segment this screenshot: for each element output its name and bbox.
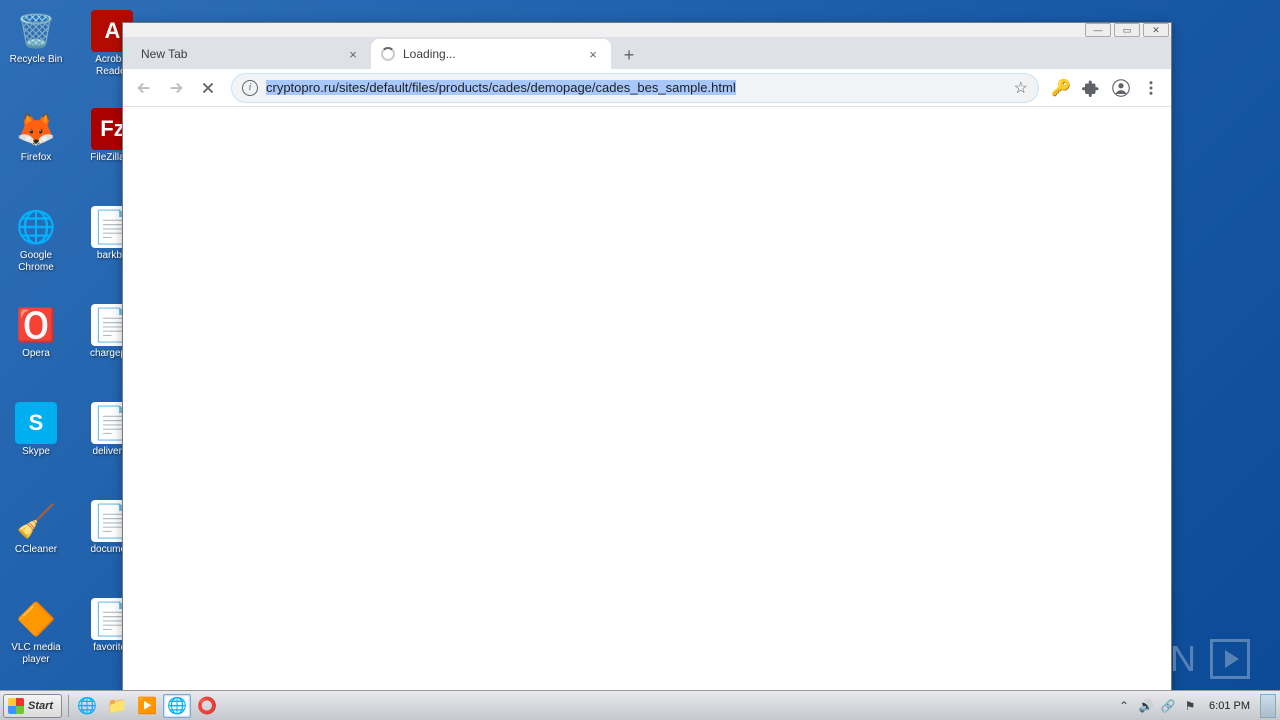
desktop-icon-opera[interactable]: 🅾️ Opera bbox=[0, 298, 72, 396]
new-tab-button[interactable]: + bbox=[615, 41, 643, 69]
desktop-icon-vlc[interactable]: 🔶VLC media player bbox=[0, 592, 72, 690]
extension-cryptopro-icon[interactable]: 🔑 bbox=[1047, 74, 1075, 102]
profile-button[interactable] bbox=[1107, 74, 1135, 102]
tab-strip: New Tab × Loading... × + bbox=[123, 37, 1171, 69]
taskbar-ie-icon[interactable]: 🌐 bbox=[73, 694, 101, 718]
window-close-button[interactable]: ✕ bbox=[1143, 23, 1169, 37]
close-icon[interactable]: × bbox=[345, 46, 361, 62]
recycle-bin-icon: 🗑️ bbox=[15, 10, 57, 52]
clock[interactable]: 6:01 PM bbox=[1203, 700, 1256, 712]
system-tray: ⌃ 🔊 🔗 ⚑ 6:01 PM bbox=[1115, 694, 1280, 718]
extensions-button[interactable] bbox=[1077, 74, 1105, 102]
desktop-icon-label: Recycle Bin bbox=[0, 54, 72, 66]
url-input[interactable] bbox=[266, 80, 1006, 95]
start-label: Start bbox=[28, 700, 53, 712]
close-icon[interactable]: × bbox=[585, 46, 601, 62]
window-minimize-button[interactable]: — bbox=[1085, 23, 1111, 37]
tray-expand-icon[interactable]: ⌃ bbox=[1115, 697, 1133, 715]
address-bar[interactable]: i ☆ bbox=[231, 73, 1039, 103]
arrow-right-icon bbox=[167, 79, 185, 97]
arrow-left-icon bbox=[135, 79, 153, 97]
dots-vertical-icon bbox=[1142, 79, 1160, 97]
desktop-icon-chrome[interactable]: 🌐Google Chrome bbox=[0, 200, 72, 298]
skype-icon: S bbox=[15, 402, 57, 444]
vlc-icon: 🔶 bbox=[15, 598, 57, 640]
desktop-icon-label: Opera bbox=[0, 348, 72, 360]
taskbar-chrome-icon[interactable]: 🌐 bbox=[163, 694, 191, 718]
desktop-icon-ccleaner[interactable]: 🧹 CCleaner bbox=[0, 494, 72, 592]
tab-title: New Tab bbox=[141, 47, 345, 61]
show-desktop-button[interactable] bbox=[1260, 694, 1276, 718]
desktop-icon-label: Skype bbox=[0, 446, 72, 458]
stop-reload-button[interactable] bbox=[193, 73, 223, 103]
tab-title: Loading... bbox=[403, 47, 585, 61]
forward-button[interactable] bbox=[161, 73, 191, 103]
loading-spinner-icon bbox=[381, 47, 395, 61]
taskbar-explorer-icon[interactable]: 📁 bbox=[103, 694, 131, 718]
tab-new-tab[interactable]: New Tab × bbox=[131, 39, 371, 69]
site-info-icon[interactable]: i bbox=[242, 80, 258, 96]
taskbar: Start 🌐 📁 ▶️ 🌐 ⭕ ⌃ 🔊 🔗 ⚑ 6:01 PM bbox=[0, 690, 1280, 720]
chrome-icon: 🌐 bbox=[15, 206, 57, 248]
back-button[interactable] bbox=[129, 73, 159, 103]
desktop-icon-label: Firefox bbox=[0, 152, 72, 164]
desktop-icon-label: VLC media player bbox=[0, 642, 72, 666]
page-content bbox=[123, 107, 1171, 691]
desktop-icon-firefox[interactable]: 🦊 Firefox bbox=[0, 102, 72, 200]
windows-logo-icon bbox=[8, 698, 24, 714]
desktop-icon-label: CCleaner bbox=[0, 544, 72, 556]
chrome-browser-window: — ▭ ✕ New Tab × Loading... × + i ☆ bbox=[122, 22, 1172, 692]
opera-icon: 🅾️ bbox=[15, 304, 57, 346]
firefox-icon: 🦊 bbox=[15, 108, 57, 150]
play-icon bbox=[1210, 639, 1250, 679]
bookmark-star-icon[interactable]: ☆ bbox=[1014, 78, 1028, 98]
tray-flag-icon[interactable]: ⚑ bbox=[1181, 697, 1199, 715]
titlebar[interactable]: — ▭ ✕ bbox=[123, 23, 1171, 37]
separator bbox=[68, 695, 69, 717]
close-icon bbox=[199, 79, 217, 97]
tray-volume-icon[interactable]: 🔊 bbox=[1137, 697, 1155, 715]
taskbar-opera-icon[interactable]: ⭕ bbox=[193, 694, 221, 718]
puzzle-icon bbox=[1082, 79, 1100, 97]
toolbar: i ☆ 🔑 bbox=[123, 69, 1171, 107]
window-maximize-button[interactable]: ▭ bbox=[1114, 23, 1140, 37]
desktop-icon-recycle-bin[interactable]: 🗑️ Recycle Bin bbox=[0, 4, 72, 102]
chrome-menu-button[interactable] bbox=[1137, 74, 1165, 102]
tab-loading[interactable]: Loading... × bbox=[371, 39, 611, 69]
ccleaner-icon: 🧹 bbox=[15, 500, 57, 542]
start-button[interactable]: Start bbox=[3, 694, 62, 718]
user-icon bbox=[1112, 79, 1130, 97]
desktop-icon-label: Google Chrome bbox=[0, 250, 72, 274]
desktop-icon-skype[interactable]: S Skype bbox=[0, 396, 72, 494]
tray-network-icon[interactable]: 🔗 bbox=[1159, 697, 1177, 715]
taskbar-media-icon[interactable]: ▶️ bbox=[133, 694, 161, 718]
